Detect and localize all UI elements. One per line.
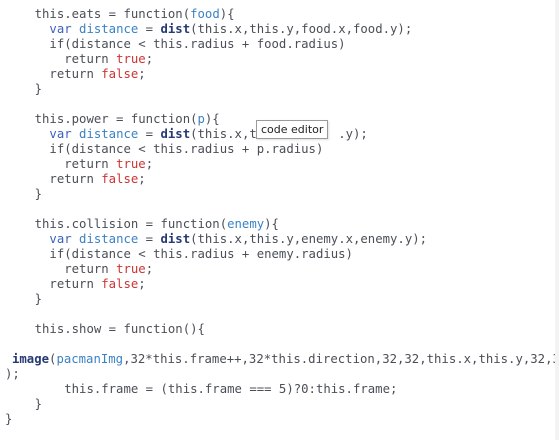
code-line: return false; — [5, 67, 146, 82]
code-token: } — [5, 412, 13, 426]
code-token: .y); — [338, 127, 368, 141]
code-token: return — [64, 262, 109, 276]
code-token: false — [101, 172, 139, 186]
code-token: } — [34, 82, 43, 96]
code-token: return — [64, 157, 109, 171]
code-token: this.power = function( — [34, 112, 198, 126]
code-token: ; — [145, 157, 154, 171]
code-token: = — [138, 22, 161, 36]
scrollbar-track[interactable] — [555, 0, 559, 440]
code-token: ; — [145, 52, 154, 66]
code-line: return true; — [5, 157, 153, 172]
code-line: if(distance < this.radius + food.radius) — [5, 37, 346, 52]
code-token: (this.x,th — [190, 127, 265, 141]
code-token: food — [190, 7, 220, 21]
code-token: ){ — [204, 112, 220, 126]
code-line: this.power = function(p){ — [5, 112, 220, 127]
code-line: image(pacmanImg,32*this.frame++,32*this.… — [12, 352, 559, 367]
code-token: var — [49, 127, 72, 141]
code-token: return — [64, 52, 109, 66]
code-line: var distance = dist(this.x,this.y,food.x… — [5, 22, 412, 37]
code-token: } — [34, 292, 43, 306]
code-token: } — [34, 187, 43, 201]
code-token: p — [197, 112, 205, 126]
code-token: if(distance < this.radius + p.radius) — [49, 142, 324, 156]
code-line: this.eats = function(food){ — [5, 7, 235, 22]
code-token: distance — [79, 22, 139, 36]
code-token: true — [116, 262, 146, 276]
code-token: if(distance < this.radius + food.radius) — [49, 37, 346, 51]
code-token: enemy — [227, 217, 265, 231]
code-token: (this.x,this.y,food.x,food.y); — [190, 22, 413, 36]
code-line: if(distance < this.radius + enemy.radius… — [5, 247, 353, 262]
code-line: return true; — [5, 262, 153, 277]
code-token: this.collision = function( — [34, 217, 228, 231]
code-token: return — [49, 67, 94, 81]
code-token: this.frame = (this.frame === 5)?0:this.f… — [64, 382, 398, 396]
code-line: } — [5, 292, 42, 307]
code-line: } — [5, 187, 42, 202]
code-line: var distance = dist(this.x,this.y,enemy.… — [5, 232, 427, 247]
code-line: this.collision = function(enemy){ — [5, 217, 279, 232]
code-token: ; — [138, 277, 146, 291]
code-editor[interactable]: this.eats = function(food){ var distance… — [0, 0, 559, 440]
code-token: return — [49, 277, 94, 291]
code-token: (this.x,this.y,enemy.x,enemy.y); — [190, 232, 428, 246]
code-token: false — [101, 67, 139, 81]
code-line: if(distance < this.radius + p.radius) — [5, 142, 323, 157]
code-line: ); — [5, 367, 20, 382]
code-line: } — [5, 397, 42, 412]
code-token: ; — [138, 67, 146, 81]
code-line: } — [5, 412, 12, 427]
code-token: this.eats = function( — [34, 7, 191, 21]
code-token: pacmanImg — [56, 352, 124, 366]
code-line: } — [5, 82, 42, 97]
code-token: true — [116, 157, 146, 171]
code-token: distance — [79, 127, 139, 141]
code-line: this.show = function(){ — [5, 322, 205, 337]
code-token: dist — [160, 127, 191, 141]
code-token: = — [138, 127, 161, 141]
code-line: this.frame = (this.frame === 5)?0:this.f… — [5, 382, 397, 397]
code-token: this.show = function(){ — [34, 322, 205, 336]
code-token: ,32*this.frame++,32*this.direction,32,32… — [123, 352, 559, 366]
code-token: ){ — [219, 7, 235, 21]
code-token: ; — [145, 262, 154, 276]
code-token: image — [12, 352, 50, 366]
code-line: return false; — [5, 172, 146, 187]
code-token: = — [138, 232, 161, 246]
code-token: ; — [138, 172, 146, 186]
code-token: } — [34, 397, 43, 411]
code-line: return true; — [5, 52, 153, 67]
code-token: var — [49, 22, 72, 36]
code-token: ); — [5, 367, 20, 381]
code-token: var — [49, 232, 72, 246]
code-token: distance — [79, 232, 139, 246]
code-token: false — [101, 277, 139, 291]
code-token: if(distance < this.radius + enemy.radius… — [49, 247, 353, 261]
code-token: return — [49, 172, 94, 186]
code-token: true — [116, 52, 146, 66]
code-line: return false; — [5, 277, 146, 292]
code-token: dist — [160, 232, 191, 246]
code-token: dist — [160, 22, 191, 36]
code-token: ){ — [264, 217, 279, 231]
code-editor-tooltip: code editor — [256, 120, 329, 139]
